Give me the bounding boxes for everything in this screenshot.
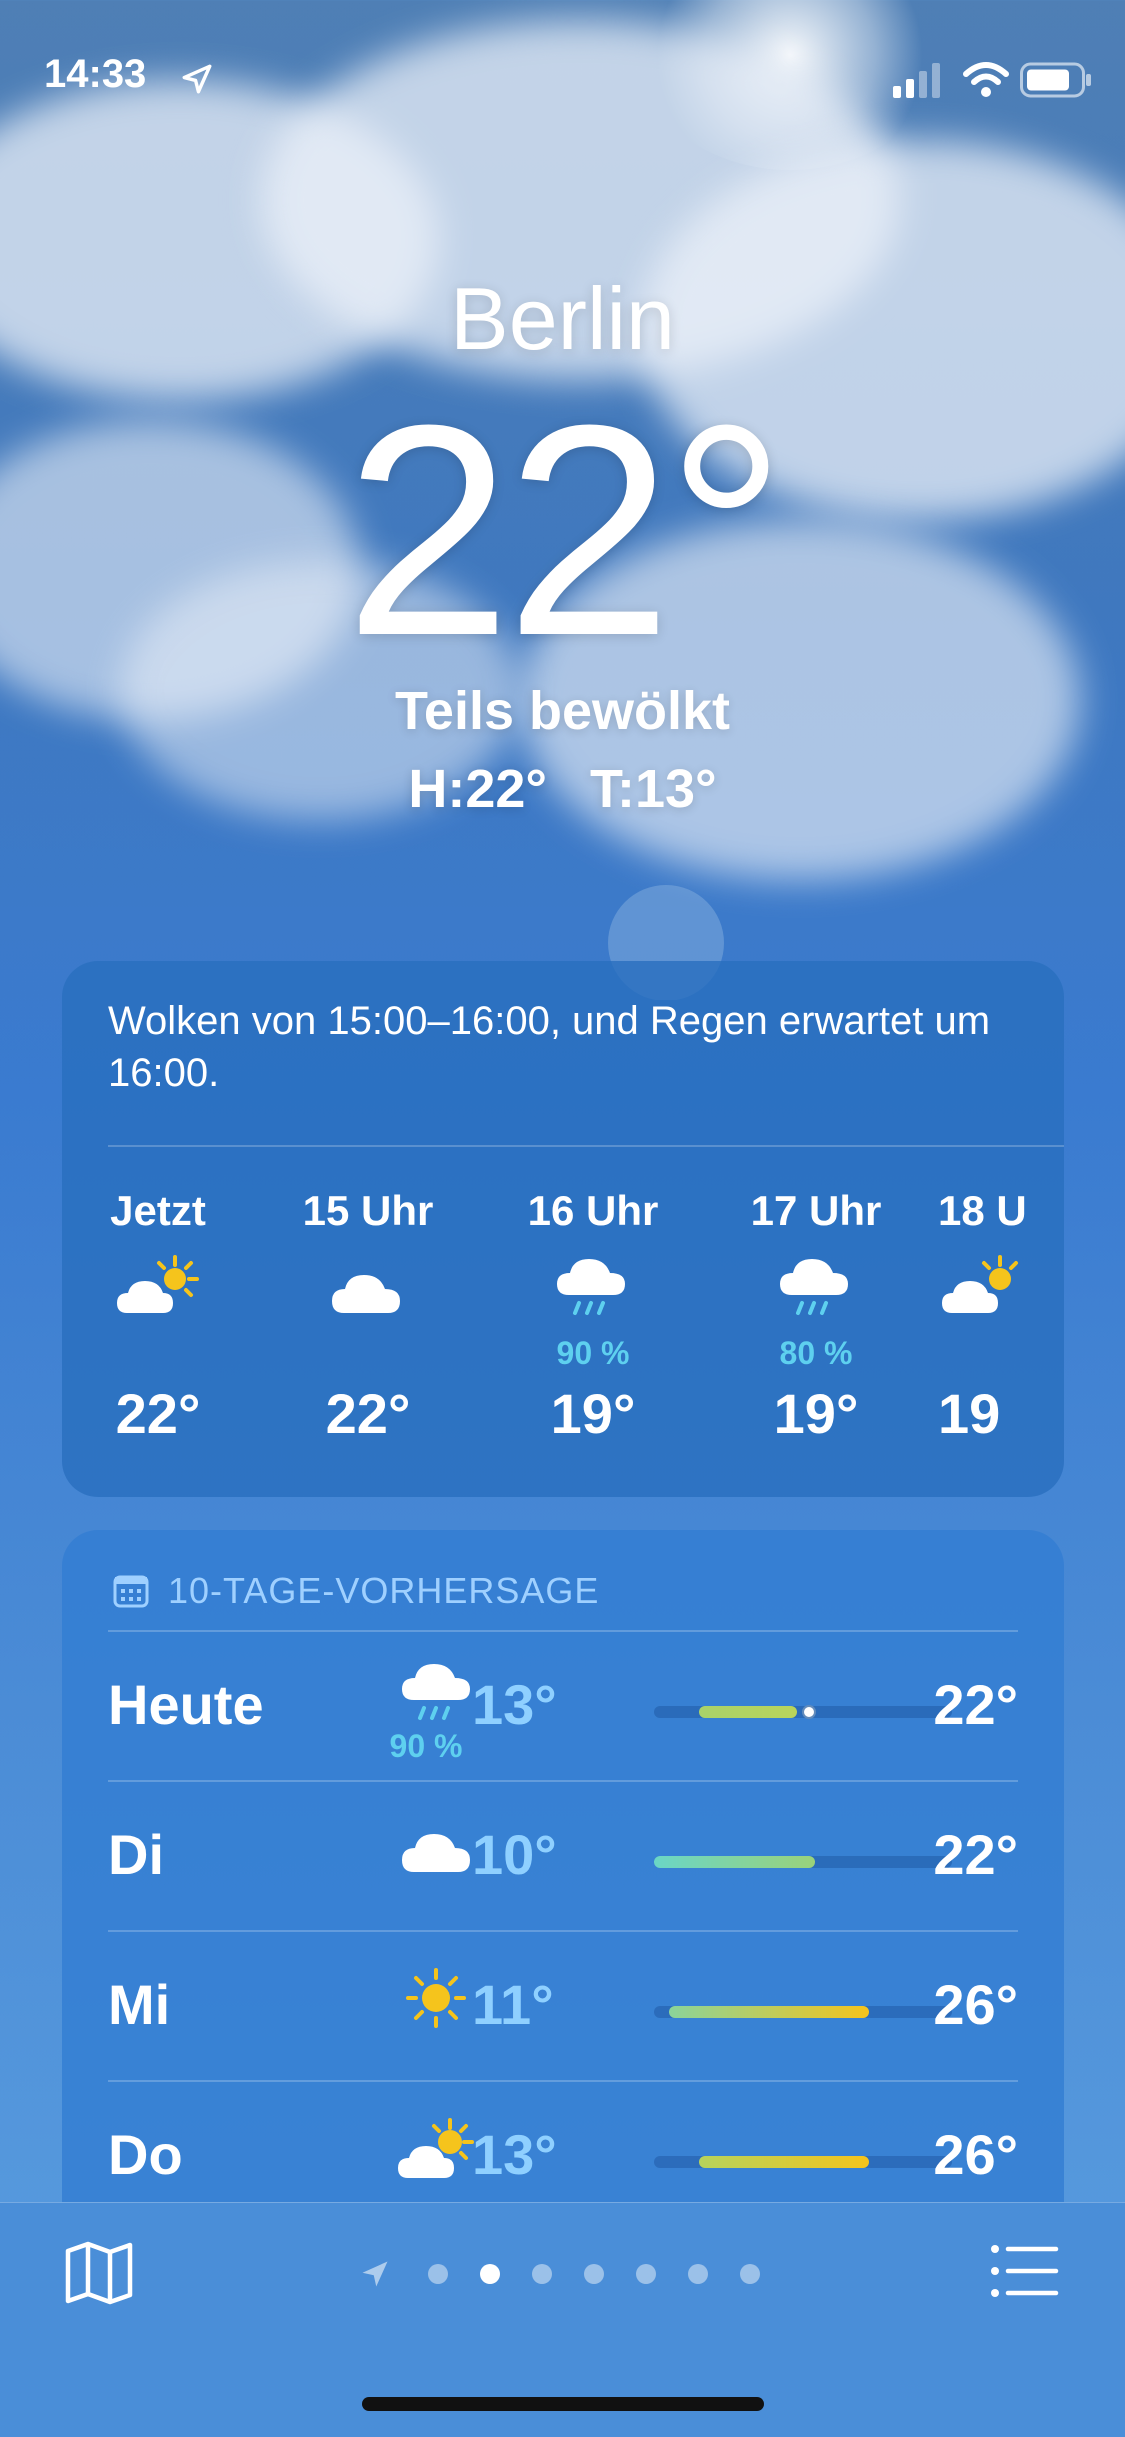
map-icon[interactable] <box>64 2241 134 2305</box>
temperature-range-bar <box>654 2006 952 2018</box>
low-temp: 10° <box>472 1823 557 1886</box>
cellular-signal-icon <box>893 63 940 98</box>
home-indicator[interactable] <box>362 2397 764 2411</box>
temperature-range-fill <box>668 2006 869 2018</box>
hour-item: Jetzt 22° <box>68 1187 248 1446</box>
high-temperature: H:22° <box>408 759 547 819</box>
day-name: Do <box>108 2123 183 2186</box>
condition-text: Teils bewölkt <box>394 681 731 741</box>
hour-item: 15 Uhr 22° <box>278 1187 458 1446</box>
divider <box>108 1145 1064 1147</box>
status-bar: 14:33 <box>0 0 1125 150</box>
location-arrow-icon <box>182 64 212 94</box>
day-name: Di <box>108 1823 164 1886</box>
page-dot[interactable] <box>636 2264 656 2284</box>
hour-temp: 22° <box>325 1382 411 1445</box>
status-time: 14:33 <box>44 52 147 96</box>
temperature-range-fill <box>698 2156 869 2168</box>
high-temp: 26° <box>933 1973 1018 2036</box>
page-dot-active[interactable] <box>480 2264 500 2284</box>
partly-cloudy-icon <box>68 1253 248 1335</box>
page-dot[interactable] <box>532 2264 552 2284</box>
hour-temp: 19° <box>550 1382 636 1445</box>
wifi-icon <box>963 62 1009 97</box>
day-name: Heute <box>108 1673 264 1736</box>
temperature-range-bar <box>654 1705 952 1719</box>
day-row[interactable]: Mi 11° 26° <box>108 1932 1018 2082</box>
high-temp: 22° <box>933 1823 1018 1886</box>
precip-chance: 80 % <box>779 1335 853 1371</box>
low-temperature: T:13° <box>590 759 717 819</box>
hour-temp: 22° <box>115 1382 201 1445</box>
page-dot[interactable] <box>584 2264 604 2284</box>
daily-title: 10-TAGE-VORHERSAGE <box>168 1570 600 1611</box>
low-temp: 11° <box>472 1973 554 2036</box>
hour-item: 16 Uhr 90 % 19° <box>503 1187 683 1446</box>
sun-icon <box>406 1968 466 2028</box>
precip-chance: 90 % <box>389 1728 463 1764</box>
hour-label: 18 U <box>938 1187 1027 1234</box>
hour-label: 17 Uhr <box>750 1187 882 1234</box>
page-indicator[interactable] <box>360 2257 776 2291</box>
partly-cloudy-icon <box>938 1253 1064 1335</box>
hour-label: Jetzt <box>110 1187 206 1234</box>
daily-forecast-card[interactable]: 10-TAGE-VORHERSAGE Heute 90 % 13° 22° Di… <box>62 1530 1064 2270</box>
temperature-range-bar <box>654 2156 952 2168</box>
cloud-icon <box>402 1834 470 1872</box>
hour-label: 15 Uhr <box>302 1187 434 1234</box>
battery-icon <box>1020 62 1091 98</box>
cloud-icon <box>278 1253 458 1335</box>
temperature-range-bar <box>654 1856 952 1868</box>
low-temp: 13° <box>472 2123 557 2186</box>
hour-item: 17 Uhr 80 % 19° <box>726 1187 906 1446</box>
temperature-range-fill <box>654 1856 815 1868</box>
page-dot[interactable] <box>428 2264 448 2284</box>
hour-item: 18 U 19 <box>938 1187 1064 1446</box>
precip-chance <box>68 1335 248 1375</box>
day-name: Mi <box>108 1973 171 2036</box>
calendar-icon <box>113 1575 149 1608</box>
precip-chance <box>278 1335 458 1375</box>
hour-temp: 19° <box>773 1382 859 1445</box>
precip-chance <box>938 1335 1064 1375</box>
page-dot[interactable] <box>688 2264 708 2284</box>
low-temp: 13° <box>472 1673 557 1736</box>
hourly-summary: Wolken von 15:00–16:00, und Regen erwart… <box>108 999 991 1095</box>
high-temp: 22° <box>933 1673 1018 1736</box>
high-temp: 26° <box>933 2123 1018 2186</box>
location-arrow-icon <box>362 2261 388 2287</box>
hour-label: 16 Uhr <box>527 1187 659 1234</box>
hour-temp: 19 <box>938 1382 1001 1445</box>
temperature-range-fill <box>698 1706 798 1718</box>
rain-cloud-icon <box>726 1253 906 1335</box>
current-temperature: 22° <box>344 362 787 698</box>
precip-chance: 90 % <box>556 1335 630 1371</box>
high-low: H:22° T:13° <box>0 758 1125 820</box>
day-row[interactable]: Di 10° 22° <box>108 1782 1018 1932</box>
hourly-forecast-card[interactable]: Wolken von 15:00–16:00, und Regen erwart… <box>62 961 1064 1497</box>
daily-header: 10-TAGE-VORHERSAGE <box>112 1568 599 1614</box>
partly-cloudy-icon <box>398 2118 474 2178</box>
current-temp-marker <box>801 1705 816 1719</box>
city-name: Berlin <box>450 269 675 368</box>
rain-cloud-icon <box>503 1253 683 1335</box>
list-icon[interactable] <box>990 2243 1060 2299</box>
page-dot[interactable] <box>740 2264 760 2284</box>
day-row[interactable]: Heute 90 % 13° 22° <box>108 1632 1018 1782</box>
